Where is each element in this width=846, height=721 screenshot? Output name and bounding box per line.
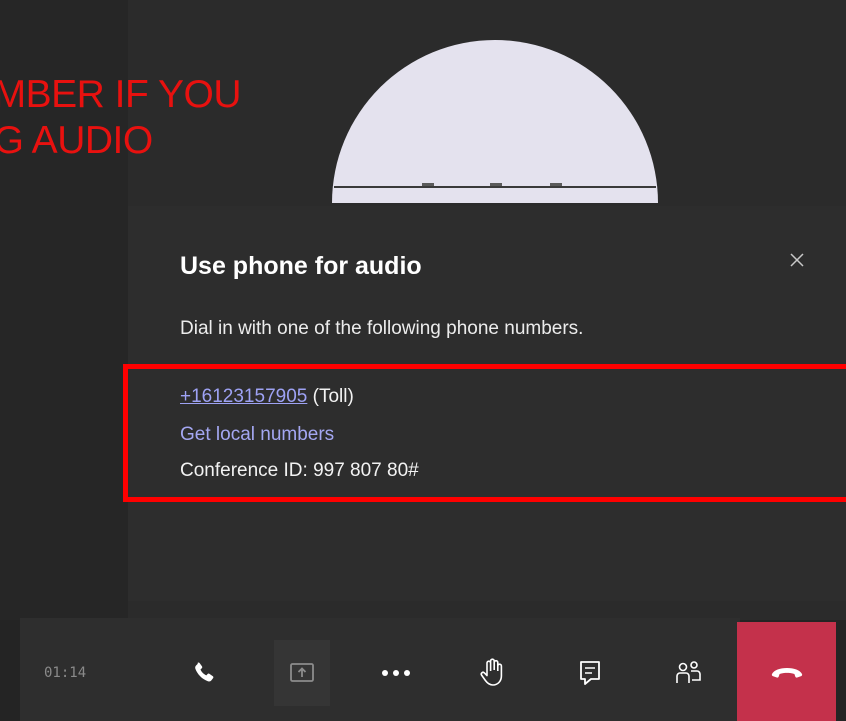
phone-number-link[interactable]: +16123157905 bbox=[180, 386, 307, 407]
hang-up-button[interactable] bbox=[737, 622, 836, 721]
phone-audio-button[interactable] bbox=[176, 640, 232, 706]
avatar-notch bbox=[422, 183, 434, 186]
raise-hand-icon bbox=[480, 658, 503, 686]
share-tray-icon bbox=[290, 663, 314, 682]
conference-id: Conference ID: 997 807 80# bbox=[180, 460, 419, 481]
close-button[interactable] bbox=[783, 246, 811, 274]
annotation-line-2: NG AUDIO bbox=[0, 119, 153, 162]
close-icon bbox=[790, 253, 804, 267]
more-options-icon bbox=[382, 670, 410, 676]
raise-hand-button[interactable] bbox=[464, 640, 520, 706]
chat-icon bbox=[580, 661, 600, 685]
share-button[interactable] bbox=[274, 640, 330, 706]
avatar-notch bbox=[490, 183, 502, 186]
dialog-subtitle: Dial in with one of the following phone … bbox=[180, 318, 584, 339]
more-options-button[interactable] bbox=[368, 640, 424, 706]
instruction-annotation: UMBER IF YOU NG AUDIO bbox=[0, 72, 300, 164]
call-timer: 01:14 bbox=[44, 665, 87, 681]
phone-number-type: (Toll) bbox=[312, 386, 354, 407]
dialog-title: Use phone for audio bbox=[180, 252, 422, 280]
annotation-line-1: UMBER IF YOU bbox=[0, 73, 241, 116]
chat-button[interactable] bbox=[562, 640, 618, 706]
phone-number-row: +16123157905 (Toll) bbox=[180, 386, 354, 408]
participants-icon bbox=[676, 661, 701, 683]
hang-up-icon bbox=[771, 667, 802, 678]
phone-icon bbox=[195, 662, 214, 682]
meeting-stage: UMBER IF YOU NG AUDIO Use phone for audi… bbox=[0, 0, 846, 721]
avatar-divider bbox=[334, 186, 656, 188]
get-local-numbers-link[interactable]: Get local numbers bbox=[180, 424, 334, 446]
avatar-notch bbox=[550, 183, 562, 186]
participants-button[interactable] bbox=[660, 640, 716, 706]
